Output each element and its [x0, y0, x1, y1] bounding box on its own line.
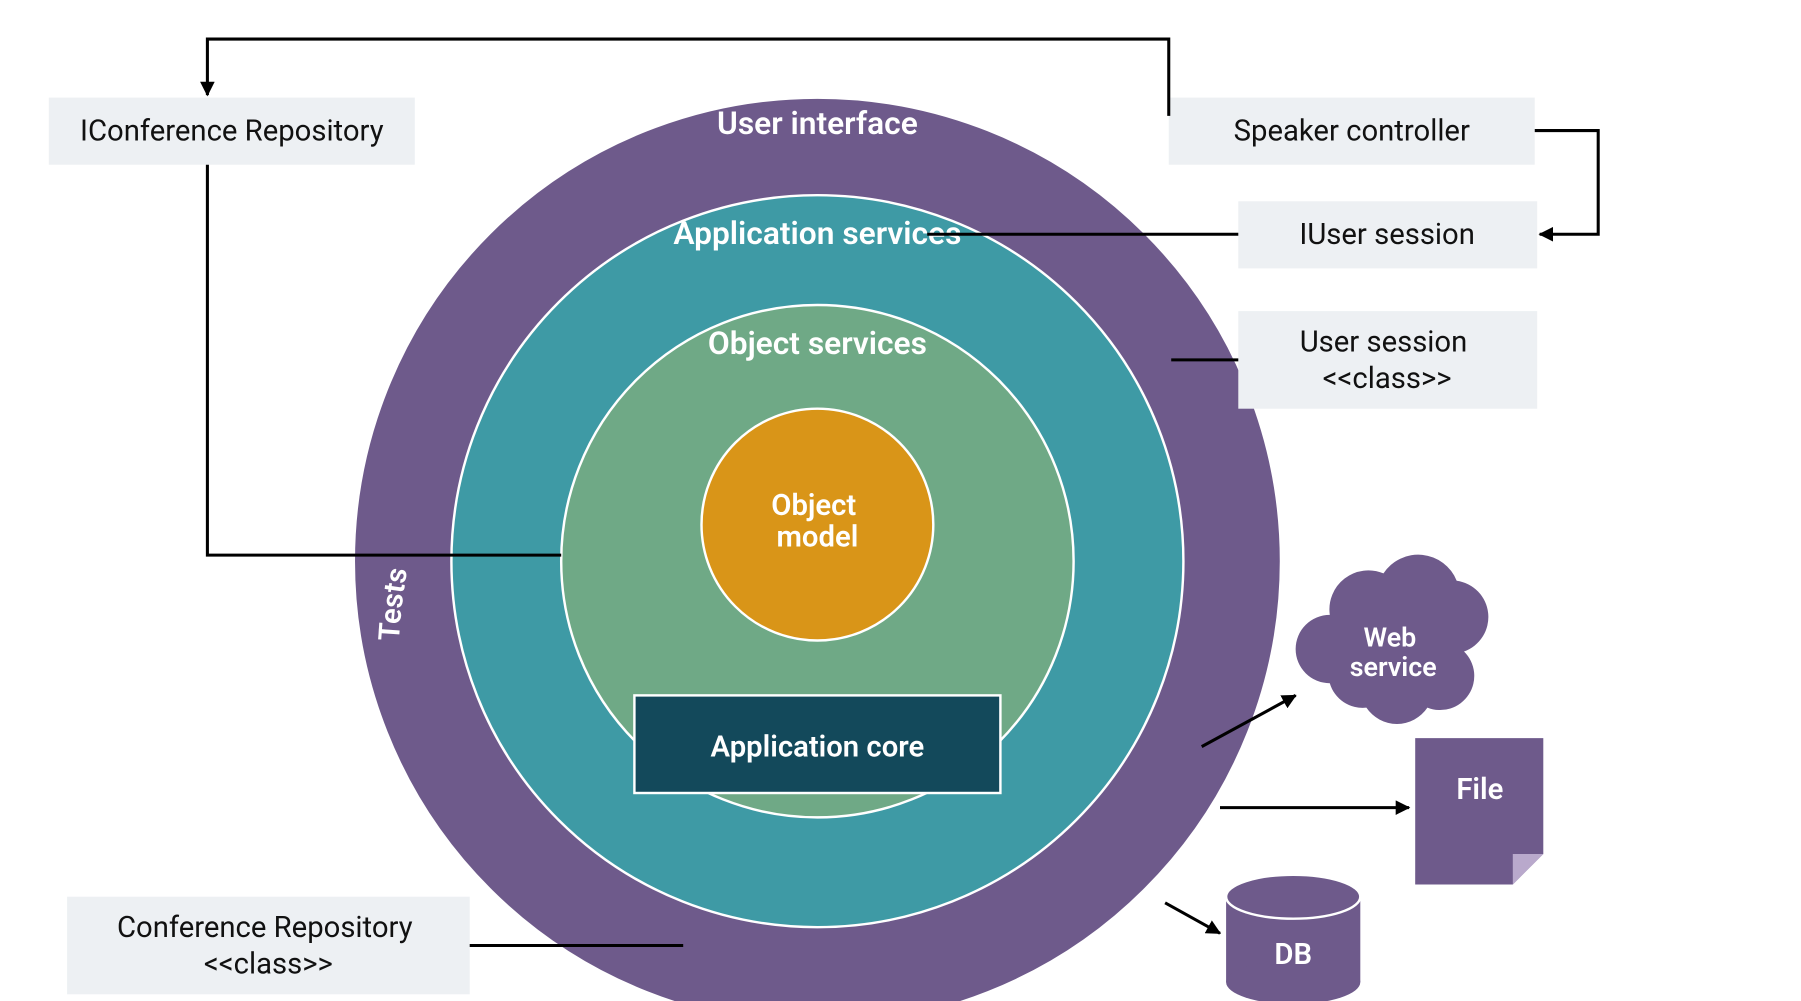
- db-icon: DB: [1226, 875, 1360, 1001]
- arrow-to-db: [1165, 903, 1220, 934]
- label-iconference-repository: IConference Repository: [80, 114, 384, 148]
- arrow-speaker-to-iuser: [1535, 131, 1598, 235]
- label-application-services: Application services: [673, 215, 961, 252]
- onion-architecture-diagram: User interface Application services Obje…: [0, 0, 1801, 1001]
- label-object-services: Object services: [708, 325, 927, 362]
- file-icon: File: [1415, 738, 1543, 884]
- web-service-icon: Web service: [1296, 555, 1489, 724]
- label-speaker-controller: Speaker controller: [1234, 114, 1470, 148]
- label-iuser-session: IUser session: [1299, 218, 1475, 252]
- label-object-model: Object model: [771, 489, 863, 555]
- label-application-core: Application core: [711, 730, 925, 764]
- label-file: File: [1456, 773, 1503, 807]
- label-user-interface: User interface: [717, 105, 918, 142]
- label-db: DB: [1274, 938, 1312, 972]
